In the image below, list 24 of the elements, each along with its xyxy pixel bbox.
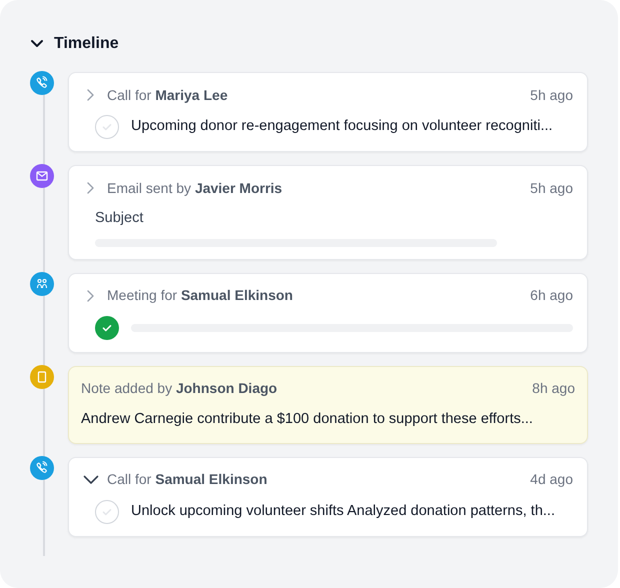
task-text: Unlock upcoming volunteer shifts Analyzed donation patterns, th... [131, 502, 555, 521]
checkmark-icon [101, 121, 113, 133]
chevron-down-icon [30, 39, 44, 49]
timestamp: 5h ago [530, 86, 573, 105]
chevron-down-icon [83, 474, 99, 484]
activity-title: Note added by Johnson Diago [81, 379, 278, 398]
task-checkbox[interactable] [95, 500, 119, 524]
timestamp: 8h ago [532, 379, 575, 398]
activity-title: Call for Mariya Lee [107, 86, 228, 105]
timestamp: 5h ago [530, 178, 573, 198]
activity-title: Meeting for Samual Elkinson [107, 286, 293, 306]
task-text: Upcoming donor re-engagement focusing on volunteer recogniti... [131, 117, 553, 136]
chevron-right-icon [86, 88, 96, 102]
timestamp: 4d ago [530, 470, 573, 489]
timestamp: 6h ago [530, 286, 573, 306]
activity-title: Email sent by Javier Morris [107, 178, 282, 198]
chevron-right-icon [86, 288, 96, 303]
section-title: Timeline [54, 34, 119, 54]
chevron-right-icon [86, 181, 96, 195]
email-subject: Subject [95, 209, 144, 228]
task-checkbox[interactable] [95, 115, 119, 139]
task-checkbox[interactable] [95, 316, 119, 340]
note-text: Andrew Carnegie contribute a $100 donation to support these efforts... [81, 410, 534, 429]
activity-title: Call for Samual Elkinson [107, 470, 268, 489]
